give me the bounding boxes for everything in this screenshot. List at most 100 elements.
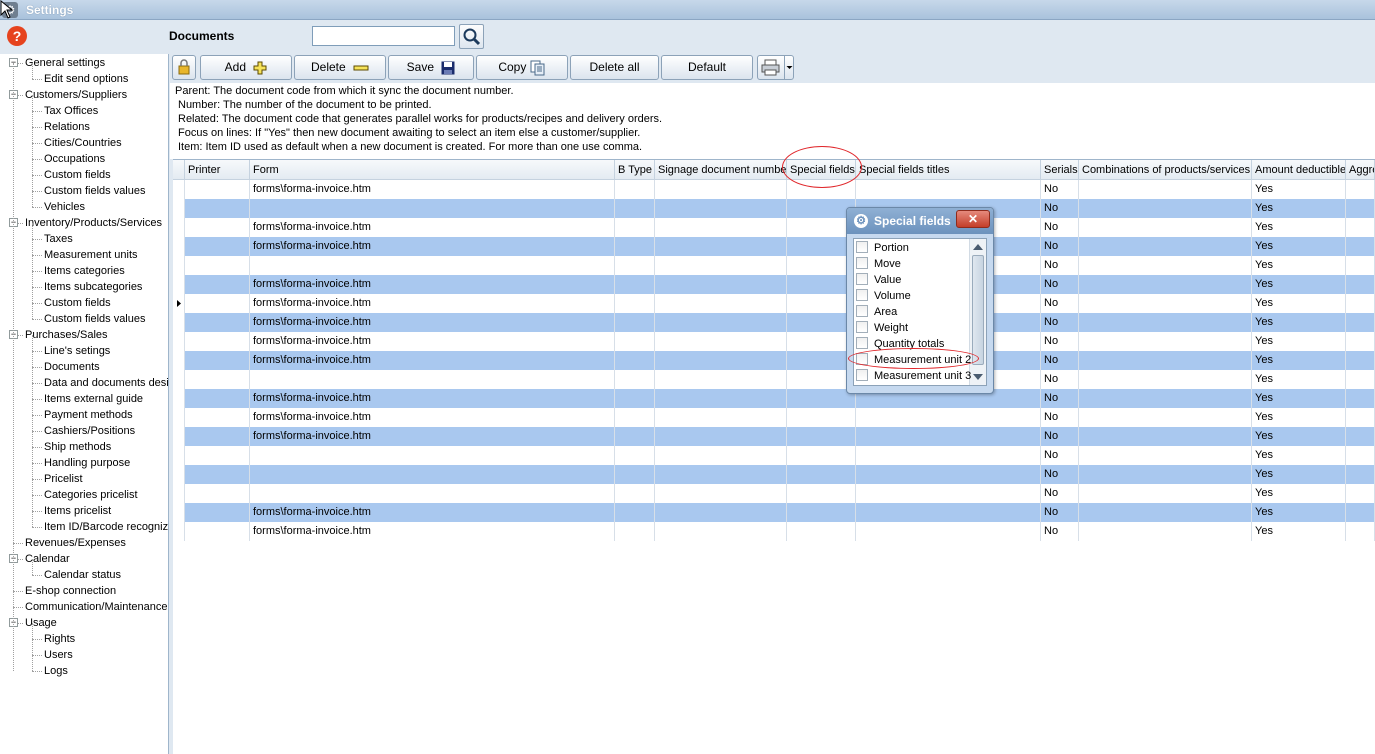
table-cell[interactable]: [250, 199, 615, 218]
table-cell[interactable]: [615, 199, 655, 218]
table-cell[interactable]: [655, 484, 787, 503]
tree-item[interactable]: Calendar status: [44, 567, 121, 583]
row-indicator[interactable]: [173, 180, 185, 199]
tree-item[interactable]: Vehicles: [44, 199, 85, 215]
special-field-option[interactable]: Measurement unit 3: [856, 368, 971, 384]
table-cell[interactable]: forms\forma-invoice.htm: [250, 503, 615, 522]
tree-item[interactable]: Cities/Countries: [44, 135, 122, 151]
tree-item[interactable]: Custom fields: [44, 167, 111, 183]
table-cell[interactable]: [1079, 370, 1252, 389]
table-cell[interactable]: [1079, 351, 1252, 370]
scroll-up-icon[interactable]: [973, 244, 983, 250]
table-cell[interactable]: [1346, 522, 1375, 541]
table-cell[interactable]: No: [1041, 446, 1079, 465]
column-header[interactable]: Serials: [1041, 160, 1079, 180]
table-cell[interactable]: [615, 313, 655, 332]
add-button[interactable]: Add: [200, 55, 292, 80]
table-cell[interactable]: [655, 522, 787, 541]
tree-item[interactable]: Tax Offices: [44, 103, 98, 119]
table-cell[interactable]: [655, 313, 787, 332]
table-row[interactable]: No Yes: [173, 199, 1375, 218]
table-cell[interactable]: [1079, 332, 1252, 351]
column-header[interactable]: Form: [250, 160, 615, 180]
table-cell[interactable]: [1346, 275, 1375, 294]
table-cell[interactable]: No: [1041, 332, 1079, 351]
table-cell[interactable]: [185, 465, 250, 484]
special-field-option[interactable]: Value: [856, 272, 901, 288]
row-indicator[interactable]: [173, 237, 185, 256]
table-row[interactable]: forms\forma-invoice.htm No Yes: [173, 427, 1375, 446]
table-cell[interactable]: [1079, 484, 1252, 503]
table-cell[interactable]: [856, 484, 1041, 503]
table-cell[interactable]: [185, 427, 250, 446]
table-cell[interactable]: [1079, 503, 1252, 522]
table-cell[interactable]: [615, 370, 655, 389]
table-cell[interactable]: [185, 370, 250, 389]
table-cell[interactable]: [615, 256, 655, 275]
table-cell[interactable]: [655, 237, 787, 256]
table-cell[interactable]: [1346, 389, 1375, 408]
table-cell[interactable]: [655, 446, 787, 465]
table-cell[interactable]: [1346, 484, 1375, 503]
row-indicator[interactable]: [173, 313, 185, 332]
checkbox[interactable]: [856, 289, 868, 301]
table-cell[interactable]: No: [1041, 294, 1079, 313]
table-cell[interactable]: [185, 180, 250, 199]
table-cell[interactable]: [1346, 256, 1375, 275]
table-cell[interactable]: [185, 237, 250, 256]
table-cell[interactable]: [1346, 446, 1375, 465]
tree-item[interactable]: Relations: [44, 119, 90, 135]
table-cell[interactable]: [1079, 522, 1252, 541]
table-row[interactable]: forms\forma-invoice.htm No Yes: [173, 351, 1375, 370]
table-cell[interactable]: [615, 408, 655, 427]
table-cell[interactable]: [250, 484, 615, 503]
table-cell[interactable]: [615, 389, 655, 408]
table-cell[interactable]: [1346, 237, 1375, 256]
tree-item[interactable]: Items pricelist: [44, 503, 111, 519]
table-cell[interactable]: [185, 256, 250, 275]
tree-item[interactable]: Item ID/Barcode recognize: [44, 519, 168, 535]
tree-item[interactable]: Handling purpose: [44, 455, 130, 471]
table-cell[interactable]: [856, 427, 1041, 446]
print-button[interactable]: [757, 55, 794, 80]
row-indicator[interactable]: [173, 218, 185, 237]
table-cell[interactable]: [1079, 408, 1252, 427]
tree-item[interactable]: Users: [44, 647, 73, 663]
table-cell[interactable]: [185, 275, 250, 294]
table-cell[interactable]: No: [1041, 484, 1079, 503]
table-cell[interactable]: forms\forma-invoice.htm: [250, 180, 615, 199]
scroll-thumb[interactable]: [972, 255, 984, 365]
table-cell[interactable]: Yes: [1252, 237, 1346, 256]
table-cell[interactable]: Yes: [1252, 522, 1346, 541]
special-field-option[interactable]: Weight: [856, 320, 908, 336]
table-cell[interactable]: Yes: [1252, 199, 1346, 218]
tree-item[interactable]: Data and documents desi: [44, 375, 168, 391]
table-cell[interactable]: Yes: [1252, 503, 1346, 522]
special-field-option[interactable]: Move: [856, 256, 901, 272]
tree-item[interactable]: Documents: [44, 359, 100, 375]
table-cell[interactable]: [615, 332, 655, 351]
table-cell[interactable]: [250, 256, 615, 275]
table-cell[interactable]: [1079, 275, 1252, 294]
table-cell[interactable]: Yes: [1252, 408, 1346, 427]
table-cell[interactable]: [787, 446, 856, 465]
table-cell[interactable]: forms\forma-invoice.htm: [250, 294, 615, 313]
tree-item[interactable]: Communication/Maintenance: [25, 599, 167, 615]
table-cell[interactable]: [1346, 294, 1375, 313]
tree-item[interactable]: Custom fields: [44, 295, 111, 311]
search-input[interactable]: [312, 26, 455, 46]
tree-item[interactable]: Taxes: [44, 231, 73, 247]
table-cell[interactable]: [787, 465, 856, 484]
table-cell[interactable]: [1079, 313, 1252, 332]
row-indicator[interactable]: [173, 446, 185, 465]
table-cell[interactable]: No: [1041, 351, 1079, 370]
table-cell[interactable]: [655, 389, 787, 408]
tree-item[interactable]: Measurement units: [44, 247, 138, 263]
table-cell[interactable]: No: [1041, 237, 1079, 256]
table-cell[interactable]: [1079, 237, 1252, 256]
table-cell[interactable]: forms\forma-invoice.htm: [250, 408, 615, 427]
table-cell[interactable]: [655, 427, 787, 446]
column-header[interactable]: Printer: [185, 160, 250, 180]
table-cell[interactable]: [655, 408, 787, 427]
table-row[interactable]: No Yes: [173, 484, 1375, 503]
